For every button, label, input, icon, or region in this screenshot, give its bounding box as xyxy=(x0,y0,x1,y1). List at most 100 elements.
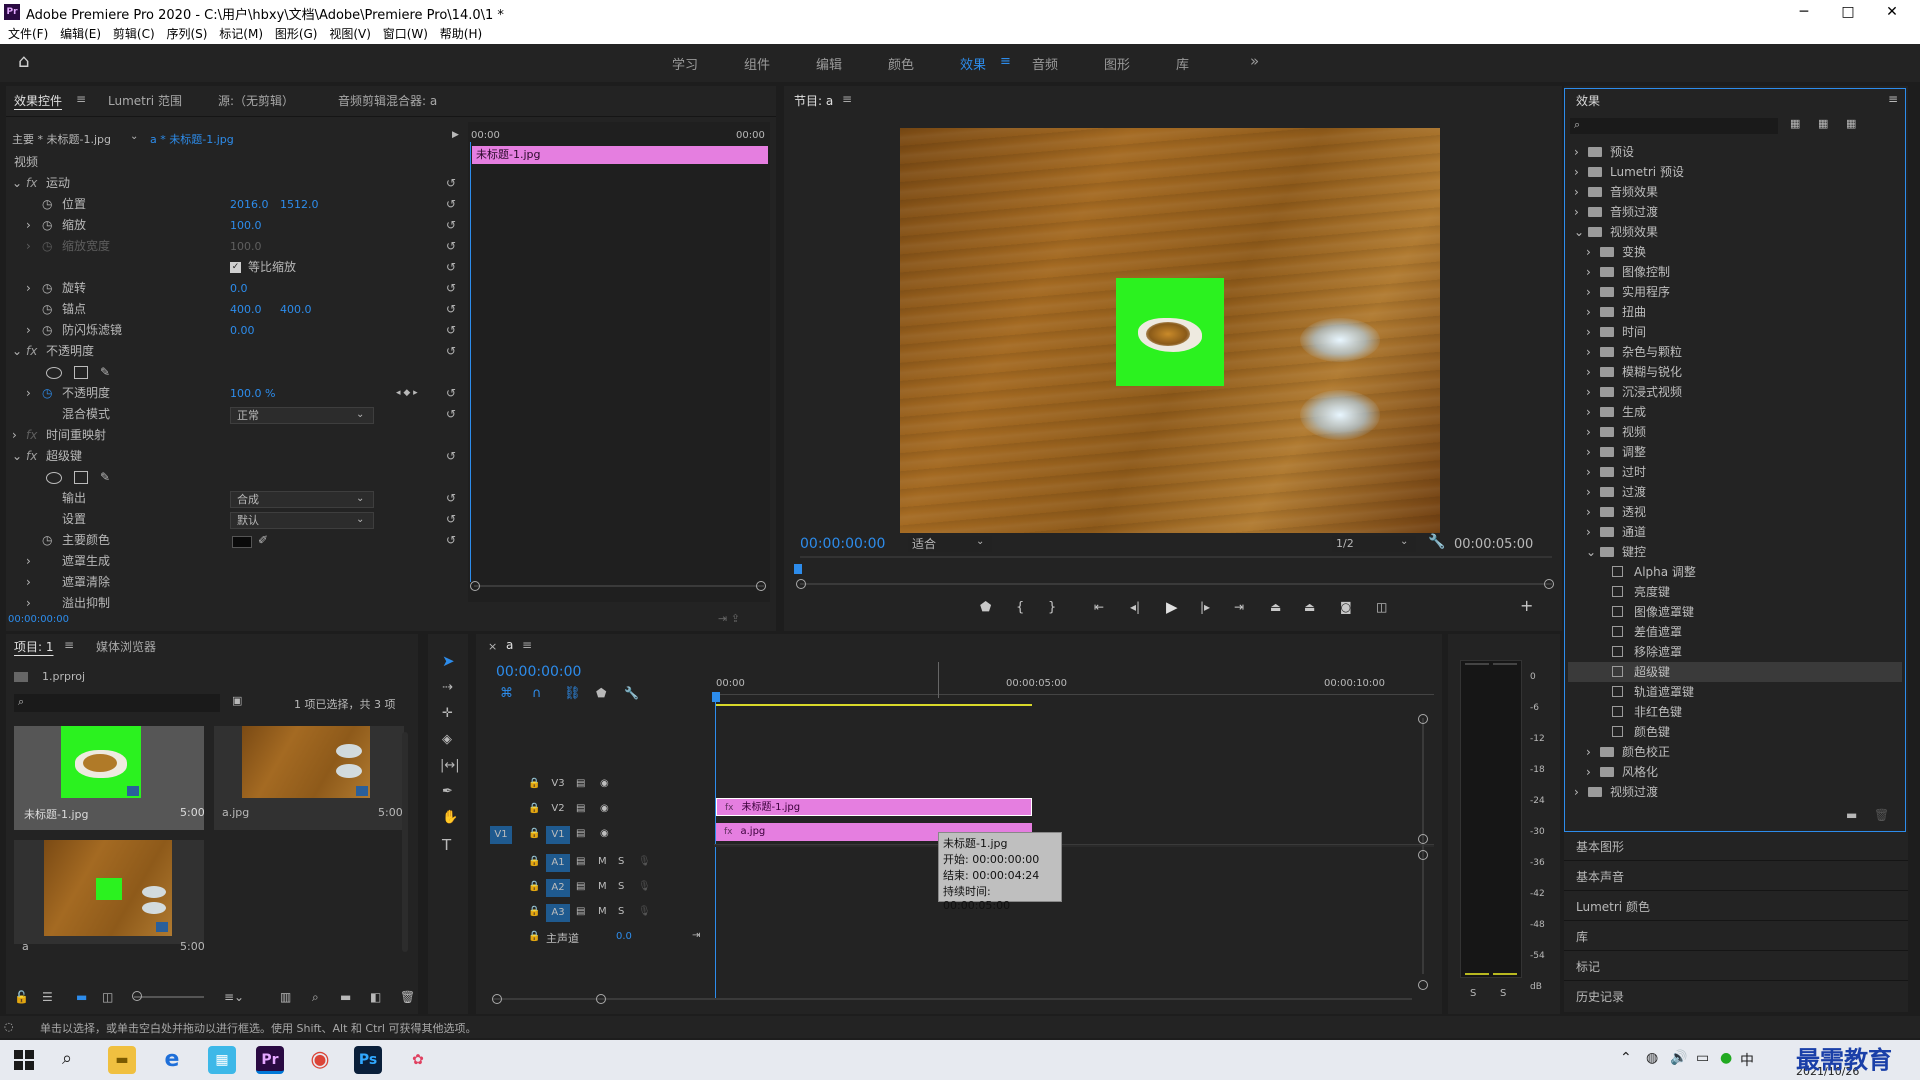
list-view-icon[interactable]: ☰ xyxy=(42,990,53,1004)
wrench-icon[interactable]: 🔧 xyxy=(624,686,639,700)
row-time-remap[interactable]: › fx 时间重映射 xyxy=(6,425,466,446)
microphone-icon[interactable]: 🎙 xyxy=(638,906,651,917)
maximize-button[interactable]: □ xyxy=(1828,2,1868,22)
extract-icon[interactable]: ⏏ xyxy=(1304,600,1315,614)
solo-right-button[interactable]: S xyxy=(1500,988,1506,999)
effects-tree-item[interactable]: 差值遮罩 xyxy=(1568,622,1902,642)
chevron-right-icon[interactable]: › xyxy=(1586,362,1591,382)
chevron-right-icon[interactable]: › xyxy=(1586,242,1591,262)
track-label-a2[interactable]: A2 xyxy=(546,879,570,897)
row-blend-mode[interactable]: 混合模式 正常 ⌄ ↺ xyxy=(6,404,466,425)
tab-audio-clip-mixer[interactable]: 音频剪辑混合器: a xyxy=(338,92,437,109)
store-app-icon[interactable]: ▦ xyxy=(208,1046,236,1074)
effects-panel-title[interactable]: 效果 xyxy=(1576,92,1600,109)
pen-mask-icon[interactable]: ✎ xyxy=(100,467,110,488)
reset-icon[interactable]: ↺ xyxy=(446,488,456,509)
wrench-icon[interactable]: 🔧 xyxy=(1428,534,1445,550)
project-item-a-jpg[interactable]: a.jpg 5:00 xyxy=(214,726,404,830)
slip-tool-icon[interactable]: |↔| xyxy=(440,758,460,773)
chevron-down-icon[interactable]: ⌄ xyxy=(1574,222,1584,242)
project-item-sequence-a[interactable]: a 5:00 xyxy=(14,840,205,953)
uniform-scale-checkbox[interactable]: ✓ xyxy=(230,262,241,273)
delete-icon[interactable]: 🗑 xyxy=(400,990,415,1004)
home-icon[interactable]: ⌂ xyxy=(18,53,38,71)
reset-icon[interactable]: ↺ xyxy=(446,194,456,215)
solo-button[interactable]: S xyxy=(618,881,624,892)
keyframe-nav-icon[interactable]: ◂ ◆ ▸ xyxy=(396,383,418,404)
workspace-editing[interactable]: 编辑 xyxy=(816,54,842,73)
source-patch-v1[interactable]: V1 xyxy=(490,826,512,844)
effects-tree-item[interactable]: 非红色键 xyxy=(1568,702,1902,722)
tab-project[interactable]: 项目: 1 xyxy=(14,638,54,655)
lock-icon[interactable]: 🔓 xyxy=(14,990,29,1004)
project-item-untitled[interactable]: 未标题-1.jpg 5:00 xyxy=(14,726,205,830)
32bit-effects-icon[interactable]: ▦ xyxy=(1818,117,1828,130)
eye-icon[interactable]: ◉ xyxy=(600,778,609,789)
effects-tree-item[interactable]: › 透视 xyxy=(1568,502,1902,522)
tab-menu-icon[interactable]: ≡ xyxy=(64,638,74,652)
program-zoom-handle-left[interactable] xyxy=(796,579,806,589)
stopwatch-icon[interactable]: ◷ xyxy=(42,383,52,404)
reset-icon[interactable]: ↺ xyxy=(446,320,456,341)
panel-essential-sound[interactable]: 基本声音 xyxy=(1576,868,1624,885)
workspace-graphics[interactable]: 图形 xyxy=(1104,54,1130,73)
row-key-color[interactable]: ◷ 主要颜色 ✐ ↺ xyxy=(6,530,466,551)
blend-mode-select[interactable]: 正常 xyxy=(230,407,374,424)
tab-source[interactable]: 源:（无剪辑） xyxy=(218,92,294,109)
scroll-handle[interactable] xyxy=(596,994,606,1004)
chevron-right-icon[interactable]: › xyxy=(1586,462,1591,482)
position-x-value[interactable]: 2016.0 xyxy=(230,194,269,215)
effects-tree-item[interactable]: › 模糊与锐化 xyxy=(1568,362,1902,382)
track-lock-icon[interactable]: 🔒 xyxy=(528,906,540,917)
ellipse-mask-icon[interactable] xyxy=(46,472,62,484)
nest-icon[interactable]: ⌘ xyxy=(500,686,513,701)
delete-icon[interactable]: 🗑 xyxy=(1874,808,1889,822)
project-search-input[interactable] xyxy=(14,694,220,712)
effects-tree-item[interactable]: › 过渡 xyxy=(1568,482,1902,502)
photoshop-taskbar-icon[interactable]: Ps xyxy=(354,1046,382,1074)
chevron-down-icon[interactable]: ⌄ xyxy=(130,131,138,142)
close-sequence-icon[interactable]: × xyxy=(488,640,497,653)
new-bin-icon[interactable]: ▬ xyxy=(340,990,351,1004)
ec-timecode[interactable]: 00:00:00:00 xyxy=(8,614,69,625)
row-uniform-scale[interactable]: ✓ 等比缩放 ↺ xyxy=(6,257,466,278)
effects-tree-item[interactable]: ⌄ 键控 xyxy=(1568,542,1902,562)
chevron-right-icon[interactable]: › xyxy=(1586,342,1591,362)
step-back-icon[interactable]: ◂| xyxy=(1130,600,1140,614)
reset-icon[interactable]: ↺ xyxy=(446,173,456,194)
effects-tree-item[interactable]: › 生成 xyxy=(1568,402,1902,422)
sync-lock-icon[interactable]: ▤ xyxy=(576,856,585,867)
row-opacity-section[interactable]: ⌄ fx 不透明度 ↺ xyxy=(6,341,466,362)
ec-zoom-handle-left[interactable] xyxy=(470,581,480,591)
ime-indicator[interactable]: 中 xyxy=(1740,1050,1754,1070)
play-only-icon[interactable]: ▶ xyxy=(452,130,459,140)
effects-search-input[interactable] xyxy=(1570,118,1778,134)
menu-sequence[interactable]: 序列(S) xyxy=(166,24,207,44)
effects-tree-item[interactable]: › 沉浸式视频 xyxy=(1568,382,1902,402)
work-area-bar[interactable] xyxy=(716,704,1032,706)
timeline-playhead-handle[interactable] xyxy=(712,692,720,702)
accelerated-effects-icon[interactable]: ▦ xyxy=(1790,117,1800,130)
effects-tree-item[interactable]: 轨道遮罩键 xyxy=(1568,682,1902,702)
mute-button[interactable]: M xyxy=(598,881,607,892)
solo-left-button[interactable]: S xyxy=(1470,988,1476,999)
solo-button[interactable]: S xyxy=(618,906,624,917)
paint-app-icon[interactable]: ✿ xyxy=(404,1046,432,1074)
stopwatch-icon[interactable]: ◷ xyxy=(42,215,52,236)
play-icon[interactable]: ▶ xyxy=(1166,598,1178,616)
hand-tool-icon[interactable]: ✋ xyxy=(442,810,458,825)
ellipse-mask-icon[interactable] xyxy=(46,367,62,379)
pen-tool-icon[interactable]: ✒ xyxy=(442,784,453,799)
microphone-icon[interactable]: 🎙 xyxy=(638,881,651,892)
track-label-v1[interactable]: V1 xyxy=(546,826,570,844)
effects-tree-item[interactable]: › 风格化 xyxy=(1568,762,1902,782)
master-clip-label[interactable]: 主要 * 未标题-1.jpg xyxy=(12,131,111,147)
chevron-right-icon[interactable]: › xyxy=(1586,482,1591,502)
chevron-right-icon[interactable]: › xyxy=(1586,302,1591,322)
close-button[interactable]: ✕ xyxy=(1872,2,1912,22)
effects-tree-item[interactable]: › Lumetri 预设 xyxy=(1568,162,1902,182)
tab-menu-icon[interactable]: ≡ xyxy=(76,92,86,106)
ec-clip-bar[interactable]: 未标题-1.jpg xyxy=(472,146,768,164)
ripple-edit-tool-icon[interactable]: ✛ xyxy=(442,706,453,721)
menu-window[interactable]: 窗口(W) xyxy=(383,24,428,44)
